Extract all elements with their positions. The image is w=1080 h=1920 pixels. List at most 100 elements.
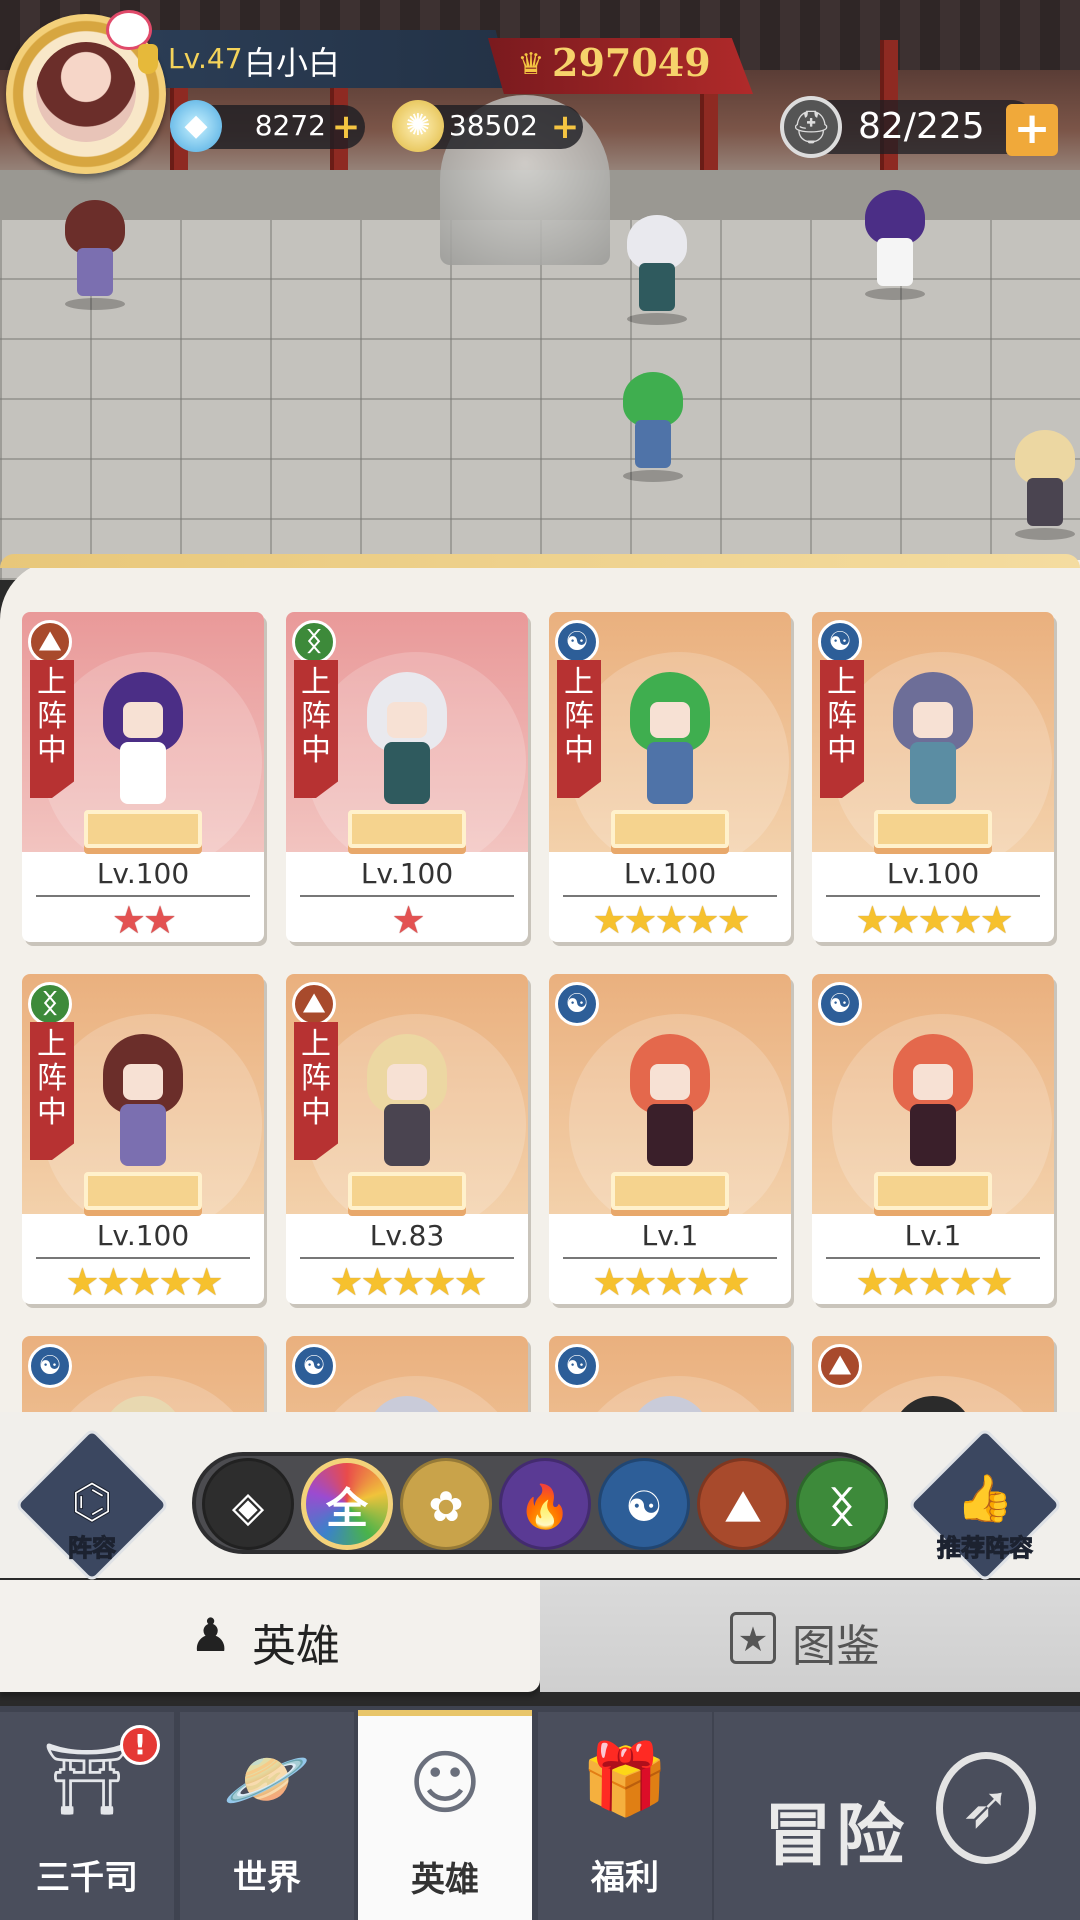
scene-hero[interactable] — [618, 372, 688, 482]
hero-level: Lv.1 — [641, 1219, 699, 1252]
combat-power: 297049 — [552, 40, 711, 85]
hero-card[interactable]: ☯ — [549, 1336, 791, 1412]
scene-hero[interactable] — [60, 200, 130, 310]
hero-pedestal — [874, 810, 992, 848]
hero-grid[interactable]: ⛰ 上阵中 Lv.100 ★★ ᛝ 上阵中 Lv.100 ★ ☯ 上阵中 Lv.… — [22, 612, 1062, 1412]
thumbs-up-icon: 👍 — [956, 1471, 1014, 1525]
scene-hero[interactable] — [860, 190, 930, 300]
hero-sprite — [625, 672, 715, 812]
hero-sprite — [625, 1034, 715, 1174]
filter-yinyang-button[interactable]: ☯ — [598, 1458, 690, 1550]
dna-icon: ᛝ — [292, 620, 336, 664]
yinyang-icon: ☯ — [292, 1344, 336, 1388]
hero-pedestal — [348, 810, 466, 848]
nav-welfare[interactable]: 🎁 福利 — [538, 1712, 712, 1920]
add-coin-button[interactable]: + — [550, 110, 580, 144]
compass-icon: ➶ — [936, 1752, 1036, 1864]
hero-sprite — [362, 1034, 452, 1174]
shield-icon: ⛰ — [818, 1344, 862, 1388]
hero-level: Lv.100 — [96, 857, 190, 890]
yinyang-icon: ☯ — [555, 620, 599, 664]
scene-hero[interactable] — [622, 215, 692, 325]
hero-card[interactable]: ☯ 上阵中 Lv.100 ★★★★★ — [812, 612, 1054, 942]
yinyang-icon: ☯ — [555, 982, 599, 1026]
shield-icon: ⛰ — [28, 620, 72, 664]
nav-hero[interactable]: ☺ 英雄 — [358, 1710, 532, 1920]
hero-stars: ★★★★★ — [329, 1260, 487, 1304]
deployed-badge: 上阵中 — [820, 660, 864, 798]
card-divider — [300, 1257, 514, 1259]
hero-sprite — [362, 1396, 452, 1412]
hero-stars: ★★★★★ — [855, 898, 1013, 942]
add-diamond-button[interactable]: + — [331, 110, 361, 144]
hero-pedestal — [874, 1172, 992, 1210]
card-divider — [563, 1257, 777, 1259]
hero-pedestal — [611, 810, 729, 848]
shield-icon: ⛰ — [292, 982, 336, 1026]
hero-sprite — [98, 672, 188, 812]
deployed-badge: 上阵中 — [557, 660, 601, 798]
add-stamina-button[interactable]: + — [1006, 104, 1058, 156]
hero-sprite — [98, 1034, 188, 1174]
hero-sprite — [98, 1396, 188, 1412]
hero-card[interactable]: ☯ Lv.1 ★★★★★ — [549, 974, 791, 1304]
hero-card[interactable]: ☯ 上阵中 Lv.100 ★★★★★ — [549, 612, 791, 942]
card-divider — [563, 895, 777, 897]
hero-card[interactable]: ☯ Lv.1 ★★★★★ — [812, 974, 1054, 1304]
yinyang-icon: ☯ — [818, 982, 862, 1026]
helmet-icon: ⛑ — [780, 96, 842, 158]
hero-card[interactable]: ᛝ 上阵中 Lv.100 ★★★★★ — [22, 974, 264, 1304]
hero-pedestal — [84, 810, 202, 848]
card-divider — [826, 895, 1040, 897]
hero-level: Lv.100 — [623, 857, 717, 890]
nav-world[interactable]: 🪐 世界 — [180, 1712, 354, 1920]
diamond-count: 8272 — [254, 109, 326, 142]
nav-welfare-label: 福利 — [591, 1858, 659, 1898]
hero-sprite — [888, 672, 978, 812]
yinyang-icon: ☯ — [28, 1344, 72, 1388]
nav-world-label: 世界 — [233, 1858, 301, 1898]
hero-stars: ★★★★★ — [65, 1260, 223, 1304]
power-emblem-icon: ♛ — [517, 47, 545, 82]
deployed-badge: 上阵中 — [294, 1022, 338, 1160]
card-divider — [36, 895, 250, 897]
recommend-lineup-label: 推荐阵容 — [937, 1534, 1034, 1563]
filter-flame-button[interactable]: 🔥 — [499, 1458, 591, 1550]
hero-sprite — [888, 1034, 978, 1174]
hero-card[interactable]: ⛰ 上阵中 Lv.83 ★★★★★ — [286, 974, 528, 1304]
tab-hero[interactable]: ♟ 英雄 — [0, 1580, 540, 1692]
filter-dna-button[interactable]: ᛝ — [796, 1458, 888, 1550]
coin-count: 38502 — [448, 109, 538, 142]
hero-pedestal — [84, 1172, 202, 1210]
filter-lotus-button[interactable]: ✿ — [400, 1458, 492, 1550]
network-icon: ⌬ — [71, 1474, 114, 1530]
tab-codex[interactable]: ★ 图鉴 — [540, 1580, 1080, 1692]
hero-sprite — [888, 1396, 978, 1412]
filter-diamond-button[interactable]: ◈ — [202, 1458, 294, 1550]
player-name: 白小白 — [244, 44, 341, 82]
filter-all-button[interactable]: 全 — [301, 1458, 393, 1550]
tab-codex-label: 图鉴 — [792, 1621, 880, 1672]
card-divider — [36, 1257, 250, 1259]
hero-card[interactable]: ☯ — [286, 1336, 528, 1412]
hero-card[interactable]: ᛝ 上阵中 Lv.100 ★ — [286, 612, 528, 942]
card-divider — [826, 1257, 1040, 1259]
filter-shield-button[interactable]: ⛰ — [697, 1458, 789, 1550]
scene-hero[interactable] — [1010, 430, 1080, 540]
hero-sprite — [362, 672, 452, 812]
adventure-label: 冒险 — [764, 1797, 909, 1876]
hero-card[interactable]: ☯ — [22, 1336, 264, 1412]
hero-sprite — [625, 1396, 715, 1412]
nav-hero-label: 英雄 — [411, 1860, 479, 1900]
nav-sanqiansi-label: 三千司 — [36, 1858, 138, 1898]
player-avatar[interactable] — [6, 10, 166, 174]
hero-card[interactable]: ⛰ — [812, 1336, 1054, 1412]
deployed-badge: 上阵中 — [30, 1022, 74, 1160]
deployed-badge: 上阵中 — [294, 660, 338, 798]
alert-badge: ! — [120, 1725, 160, 1765]
stamina-count: 82/225 — [858, 106, 985, 147]
hero-card[interactable]: ⛰ 上阵中 Lv.100 ★★ — [22, 612, 264, 942]
yinyang-icon: ☯ — [818, 620, 862, 664]
tab-hero-label: 英雄 — [252, 1621, 340, 1672]
dna-icon: ᛝ — [28, 982, 72, 1026]
